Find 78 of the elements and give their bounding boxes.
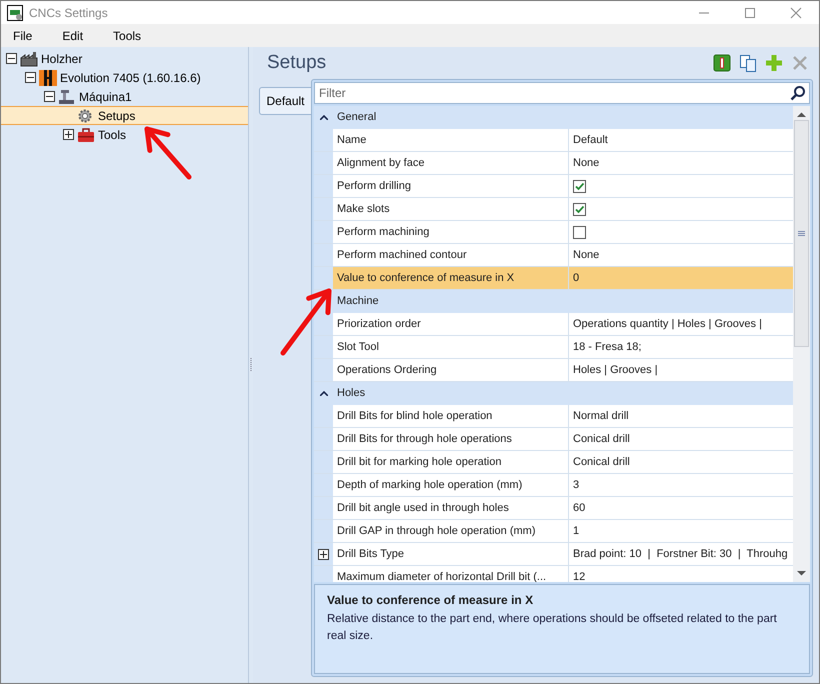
property-value[interactable]: 12 [569,566,793,582]
collapse-toggle-icon[interactable] [44,91,55,102]
property-name[interactable]: Priorization order [333,313,569,335]
app-logo-icon [7,4,23,20]
menu-item[interactable]: Tools [105,26,150,44]
cnc-machine-icon [58,88,76,104]
category-row[interactable]: Holes [314,382,793,405]
property-name[interactable]: Drill Bits for through hole operations [333,428,569,450]
tree-item[interactable]: Tools [1,125,248,144]
tree-item[interactable]: Máquina1 [1,87,248,106]
property-name[interactable]: Drill Bits for blind hole operation [333,405,569,427]
category-title: Holes [336,386,366,402]
machine-icon [39,70,57,86]
property-name[interactable]: Drill bit angle used in through holes [333,497,569,519]
arrow-annotation [144,126,192,180]
property-name[interactable]: Drill GAP in through hole operation (mm) [333,520,569,542]
tree-item[interactable]: Evolution 7405 (1.60.16.6) [1,68,248,87]
category-row[interactable]: General [314,106,793,129]
scrollbar-thumb[interactable] [794,120,809,347]
scroll-up-icon[interactable] [797,112,806,118]
property-name[interactable]: Perform drilling [333,175,569,197]
tree-item[interactable]: Setups [1,106,248,125]
property-name[interactable]: Drill Bits Type [333,543,569,565]
info-icon[interactable] [713,54,731,72]
toolbox-icon [77,126,95,142]
property-name[interactable]: Value to conference of measure in X [333,267,569,289]
checkbox[interactable] [573,226,586,238]
description-text: Relative distance to the part end, where operations should be offseted related to the part real size. [327,612,778,644]
window-title: CNCs Settings [29,4,108,22]
panel-title: Setups [266,50,326,75]
property-name[interactable]: Drill bit for marking hole operation [333,451,569,473]
property-value[interactable]: Default [569,129,793,151]
property-value[interactable]: None [569,152,793,174]
property-value[interactable]: Normal drill [569,405,793,427]
filter-field[interactable]: Filter [314,82,810,104]
property-value[interactable]: None [569,244,793,266]
close-icon [790,6,802,18]
property-value[interactable]: Conical drill [569,428,793,450]
maximize-icon [744,6,756,18]
menu-item[interactable]: Edit [54,26,92,44]
collapse-caret-icon[interactable] [320,115,328,120]
property-name[interactable]: Perform machined contour [333,244,569,266]
description-title: Value to conference of measure in X [327,592,534,609]
category-title: Machine [336,294,379,310]
collapse-caret-icon[interactable] [320,391,328,396]
copy-icon[interactable] [739,54,757,72]
scroll-down-icon[interactable] [797,570,806,576]
property-name[interactable]: Depth of marking hole operation (mm) [333,474,569,496]
property-value[interactable]: Conical drill [569,451,793,473]
tab[interactable]: Default [259,87,311,115]
category-title: General [336,110,376,126]
property-name[interactable]: Make slots [333,198,569,220]
menu-item[interactable]: File [5,26,40,44]
property-name[interactable]: Alignment by face [333,152,569,174]
property-name[interactable]: Slot Tool [333,336,569,358]
property-value[interactable]: Holes | Grooves | [569,359,793,381]
property-value[interactable]: 1 [569,520,793,542]
collapse-toggle-icon[interactable] [25,72,36,83]
search-icon[interactable] [790,85,806,101]
property-value[interactable]: Operations quantity | Holes | Grooves | [569,313,793,335]
factory-icon [20,50,38,66]
property-value[interactable]: 60 [569,497,793,519]
category-row[interactable]: Machine [314,290,793,313]
expand-toggle-icon[interactable] [318,548,329,560]
property-value[interactable]: 18 - Fresa 18; [569,336,793,358]
checkbox[interactable] [573,202,586,216]
expand-toggle-icon[interactable] [63,129,74,140]
property-value[interactable]: Brad point: 10 | Forstner Bit: 30 | Throuhg [569,543,793,565]
scrollbar[interactable] [793,106,810,582]
property-name[interactable]: Operations Ordering [333,359,569,381]
arrow-annotation [280,288,332,356]
property-name[interactable]: Name [333,129,569,151]
property-value[interactable]: 3 [569,474,793,496]
collapse-toggle-icon[interactable] [6,53,17,64]
property-value[interactable]: 0 [569,267,793,289]
tree-item[interactable]: Holzher [1,49,248,68]
property-name[interactable]: Perform machining [333,221,569,243]
checkbox[interactable] [573,180,586,192]
